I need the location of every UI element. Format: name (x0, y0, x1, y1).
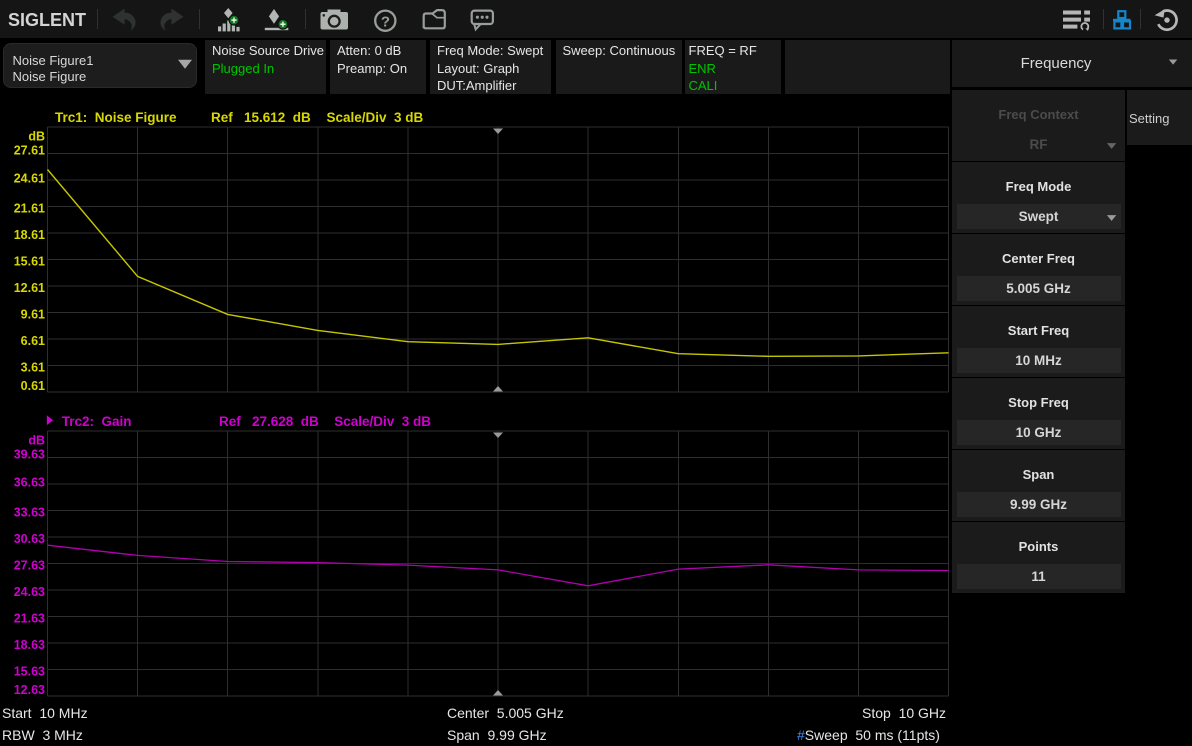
svg-text:0.61: 0.61 (21, 379, 45, 393)
svg-text:36.63: 36.63 (14, 476, 45, 490)
svg-text:15.63: 15.63 (14, 664, 45, 678)
svg-text:18.63: 18.63 (14, 638, 45, 652)
svg-text:3.61: 3.61 (21, 360, 45, 374)
svg-text:Ref 15.612 dB: Ref 15.612 dB (211, 110, 311, 125)
svg-text:27.61: 27.61 (14, 144, 45, 158)
svg-text:dB: dB (28, 434, 45, 448)
svg-text:33.63: 33.63 (14, 505, 45, 519)
svg-text:6.61: 6.61 (21, 334, 45, 348)
svg-text:30.63: 30.63 (14, 532, 45, 546)
svg-text:12.61: 12.61 (14, 281, 45, 295)
svg-text:Ref 27.628 dB: Ref 27.628 dB (219, 414, 319, 429)
svg-text:?: ? (381, 13, 390, 30)
svg-text:21.61: 21.61 (14, 201, 45, 215)
svg-text:15.61: 15.61 (14, 254, 45, 268)
svg-text:27.63: 27.63 (14, 558, 45, 572)
svg-text:21.63: 21.63 (14, 611, 45, 625)
svg-text:24.61: 24.61 (14, 172, 45, 186)
svg-text:12.63: 12.63 (14, 683, 45, 697)
svg-text:Scale/Div 3 dB: Scale/Div 3 dB (334, 414, 431, 429)
svg-text:24.63: 24.63 (14, 585, 45, 599)
svg-text:9.61: 9.61 (21, 307, 45, 321)
svg-text:18.61: 18.61 (14, 228, 45, 242)
svg-text:Scale/Div 3 dB: Scale/Div 3 dB (327, 110, 424, 125)
svg-text:Trc2: Gain: Trc2: Gain (62, 414, 132, 429)
svg-text:Trc1: Noise Figure: Trc1: Noise Figure (55, 110, 177, 125)
svg-text:dB: dB (28, 130, 45, 144)
svg-text:39.63: 39.63 (14, 448, 45, 462)
